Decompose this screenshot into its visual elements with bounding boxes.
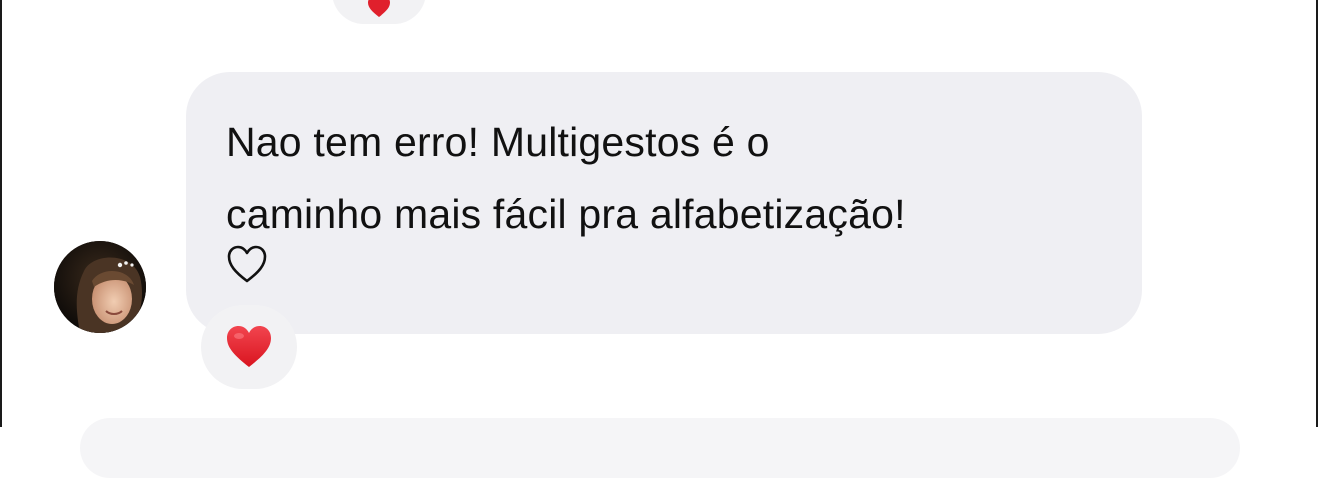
- avatar[interactable]: [54, 241, 146, 333]
- avatar-photo: [54, 241, 146, 333]
- next-message-bubble[interactable]: [80, 418, 1240, 478]
- heart-outline-icon[interactable]: [226, 244, 268, 284]
- heart-reaction-badge[interactable]: [201, 305, 297, 389]
- message-text: Nao tem erro! Multigestos é o caminho ma…: [226, 106, 1102, 250]
- red-heart-icon: [227, 326, 271, 367]
- message-line-1: Nao tem erro! Multigestos é o: [226, 119, 770, 165]
- red-heart-icon: [368, 0, 390, 17]
- message-line-2: caminho mais fácil pra alfabetização!: [226, 191, 906, 237]
- previous-message-reaction[interactable]: [332, 0, 426, 24]
- message-bubble[interactable]: Nao tem erro! Multigestos é o caminho ma…: [186, 72, 1142, 334]
